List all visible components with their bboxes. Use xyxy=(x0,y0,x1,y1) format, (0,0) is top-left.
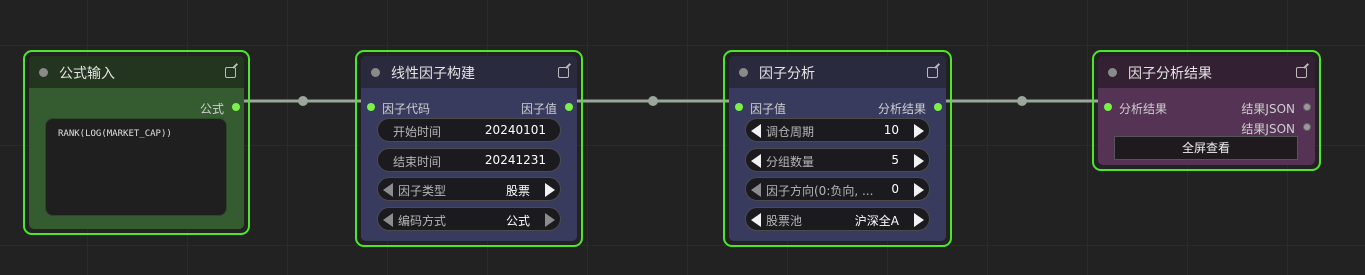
widget-value: 公式 xyxy=(505,214,530,228)
output-pin-factor-value[interactable] xyxy=(565,103,573,111)
output-label: 结果JSON xyxy=(1241,102,1295,116)
edit-icon[interactable] xyxy=(927,67,938,78)
widget-label: 因子方向(0:负向, ... xyxy=(766,184,874,198)
output-pin-result-json-1[interactable] xyxy=(1303,103,1311,111)
widget-value: 0 xyxy=(891,182,899,196)
factor-direction-stepper[interactable]: 因子方向(0:负向, ... 0 xyxy=(745,177,930,201)
start-time-field[interactable]: 开始时间 20240101 xyxy=(377,118,561,142)
input-label: 分析结果 xyxy=(1119,102,1168,116)
collapse-dot-icon[interactable] xyxy=(371,68,380,77)
widget-value: 20240101 xyxy=(484,123,546,137)
output-pin-analysis-result[interactable] xyxy=(934,103,942,111)
output-label: 公式 xyxy=(199,102,224,116)
widget-label: 股票池 xyxy=(766,214,803,228)
widget-label: 调仓周期 xyxy=(766,125,815,139)
widget-value: 20241231 xyxy=(484,153,546,167)
io-row: 分析结果 结果JSON xyxy=(1098,98,1315,116)
arrow-left-icon[interactable] xyxy=(751,124,761,138)
stock-pool-combo[interactable]: 股票池 沪深全A xyxy=(745,207,930,231)
group-count-stepper[interactable]: 分组数量 5 xyxy=(745,148,930,172)
node-title: 因子分析 xyxy=(759,66,815,82)
arrow-left-icon[interactable] xyxy=(383,213,393,227)
input-pin-factor-code[interactable] xyxy=(367,103,375,111)
output-label: 结果JSON xyxy=(1241,122,1295,136)
arrow-right-icon[interactable] xyxy=(914,124,924,138)
node-header[interactable]: 因子分析结果 xyxy=(1098,56,1315,88)
end-time-field[interactable]: 结束时间 20241231 xyxy=(377,148,561,172)
node-analysis-result[interactable]: 因子分析结果 分析结果 结果JSON 结果JSON 全屏查看 xyxy=(1092,50,1321,171)
input-pin-analysis-result[interactable] xyxy=(1104,103,1112,111)
node-title: 公式输入 xyxy=(59,66,115,82)
input-pin-factor-value[interactable] xyxy=(735,103,743,111)
node-header[interactable]: 因子分析 xyxy=(729,56,946,88)
link-midpoint-1 xyxy=(298,96,308,106)
widget-value: 10 xyxy=(883,123,899,137)
widget-value: 5 xyxy=(891,153,899,167)
formula-textarea[interactable]: RANK(LOG(MARKET_CAP)) xyxy=(45,118,227,216)
output-pin-result-json-2[interactable] xyxy=(1303,123,1311,131)
node-title: 因子分析结果 xyxy=(1128,66,1212,82)
arrow-right-icon[interactable] xyxy=(545,183,555,197)
encoding-method-combo[interactable]: 编码方式 公式 xyxy=(377,207,561,231)
edit-icon[interactable] xyxy=(225,67,236,78)
collapse-dot-icon[interactable] xyxy=(1108,68,1117,77)
node-formula-input[interactable]: 公式输入 公式 RANK(LOG(MARKET_CAP)) xyxy=(23,50,250,235)
widget-label: 因子类型 xyxy=(398,184,447,198)
arrow-left-icon[interactable] xyxy=(383,183,393,197)
node-header[interactable]: 公式输入 xyxy=(29,56,244,88)
output-pin[interactable] xyxy=(232,103,240,111)
rebalance-period-stepper[interactable]: 调仓周期 10 xyxy=(745,118,930,142)
collapse-dot-icon[interactable] xyxy=(39,68,48,77)
io-row: 因子值 分析结果 xyxy=(729,98,946,116)
arrow-right-icon[interactable] xyxy=(914,183,924,197)
node-factor-analysis[interactable]: 因子分析 因子值 分析结果 调仓周期 10 分组数量 5 因子方向(0:负向, … xyxy=(723,50,952,247)
widget-value: 股票 xyxy=(505,184,530,198)
io-row: 结果JSON xyxy=(1098,118,1315,136)
fullscreen-view-button[interactable]: 全屏查看 xyxy=(1114,136,1298,160)
arrow-right-icon[interactable] xyxy=(545,213,555,227)
widget-label: 开始时间 xyxy=(393,125,442,139)
widget-label: 编码方式 xyxy=(398,214,447,228)
widget-value: 沪深全A xyxy=(854,214,899,228)
link-midpoint-2 xyxy=(648,96,658,106)
edit-icon[interactable] xyxy=(1296,67,1307,78)
arrow-left-icon[interactable] xyxy=(751,213,761,227)
node-header[interactable]: 线性因子构建 xyxy=(361,56,577,88)
edit-icon[interactable] xyxy=(558,67,569,78)
collapse-dot-icon[interactable] xyxy=(739,68,748,77)
arrow-right-icon[interactable] xyxy=(914,154,924,168)
widget-label: 分组数量 xyxy=(766,155,815,169)
arrow-left-icon[interactable] xyxy=(751,154,761,168)
arrow-left-icon[interactable] xyxy=(751,183,761,197)
output-label: 因子值 xyxy=(520,102,557,116)
output-port-formula[interactable]: 公式 xyxy=(29,98,244,116)
arrow-right-icon[interactable] xyxy=(914,213,924,227)
io-row: 因子代码 因子值 xyxy=(361,98,577,116)
output-label: 分析结果 xyxy=(877,102,926,116)
input-label: 因子代码 xyxy=(382,102,431,116)
input-label: 因子值 xyxy=(750,102,787,116)
link-midpoint-3 xyxy=(1017,96,1027,106)
node-linear-factor[interactable]: 线性因子构建 因子代码 因子值 开始时间 20240101 结束时间 20241… xyxy=(355,50,583,247)
factor-type-combo[interactable]: 因子类型 股票 xyxy=(377,177,561,201)
node-title: 线性因子构建 xyxy=(391,66,475,82)
widget-label: 结束时间 xyxy=(393,155,442,169)
